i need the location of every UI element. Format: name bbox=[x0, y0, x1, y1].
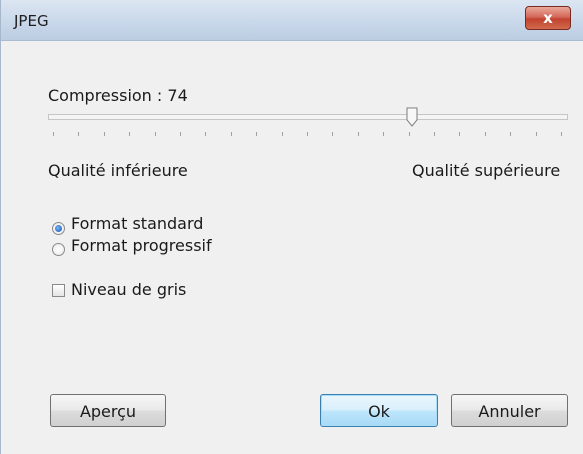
format-standard-radio[interactable] bbox=[52, 222, 65, 235]
slider-tick bbox=[535, 132, 537, 136]
close-icon: x bbox=[543, 9, 553, 27]
slider-tick bbox=[281, 132, 283, 136]
slider-thumb-icon[interactable] bbox=[406, 107, 418, 127]
slider-tick bbox=[230, 132, 232, 136]
slider-tick bbox=[434, 132, 435, 136]
slider-tick bbox=[408, 132, 410, 136]
slider-tick bbox=[484, 132, 486, 136]
compression-slider[interactable] bbox=[48, 114, 568, 120]
ok-button[interactable]: Ok bbox=[320, 394, 438, 427]
slider-tick bbox=[180, 132, 181, 136]
slider-tick bbox=[357, 132, 359, 136]
slider-tick bbox=[332, 132, 334, 136]
close-button[interactable]: x bbox=[525, 6, 571, 30]
format-progressive-radio[interactable] bbox=[52, 243, 65, 256]
slider-tick bbox=[205, 132, 207, 136]
slider-tick bbox=[459, 132, 461, 136]
quality-low-label: Qualité inférieure bbox=[48, 161, 188, 180]
format-standard-label[interactable]: Format standard bbox=[71, 214, 203, 233]
slider-tick bbox=[103, 132, 105, 136]
slider-tick bbox=[154, 132, 156, 136]
quality-high-label: Qualité supérieure bbox=[412, 161, 561, 180]
title-bar[interactable]: JPEG x bbox=[1, 0, 583, 41]
slider-tick bbox=[307, 132, 308, 136]
jpeg-dialog: JPEG x Compression : 74 Qualité inférieu… bbox=[0, 0, 583, 454]
preview-button[interactable]: Aperçu bbox=[50, 394, 166, 427]
grayscale-label[interactable]: Niveau de gris bbox=[71, 280, 186, 299]
slider-tick bbox=[256, 132, 258, 136]
slider-tick bbox=[129, 132, 131, 136]
slider-tick bbox=[383, 132, 385, 136]
compression-label: Compression : 74 bbox=[48, 86, 188, 105]
grayscale-checkbox[interactable] bbox=[52, 284, 65, 297]
slider-tick bbox=[78, 132, 80, 136]
slider-tick bbox=[561, 132, 562, 136]
cancel-button[interactable]: Annuler bbox=[451, 394, 568, 427]
slider-tick bbox=[53, 132, 54, 136]
dialog-title: JPEG bbox=[14, 12, 49, 30]
format-progressive-label[interactable]: Format progressif bbox=[71, 236, 212, 255]
slider-tick bbox=[510, 132, 512, 136]
